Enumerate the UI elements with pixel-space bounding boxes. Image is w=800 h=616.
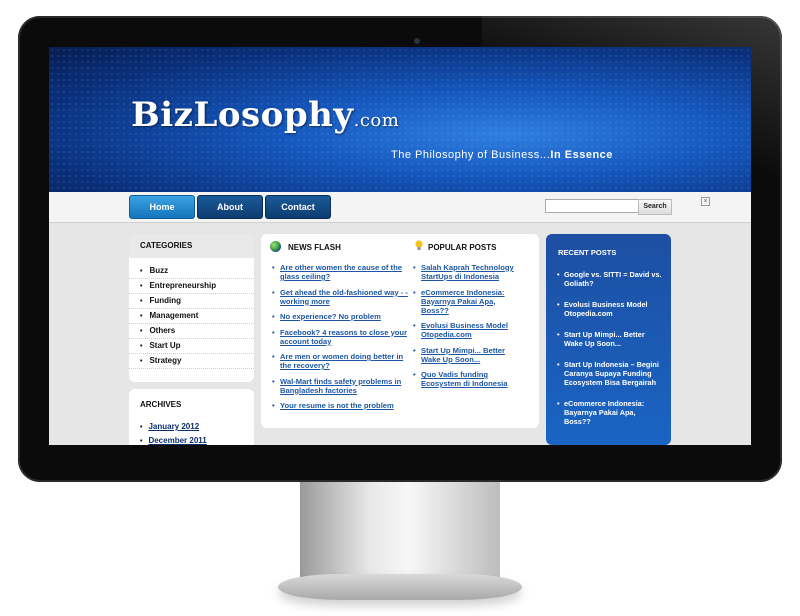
categories-panel: CATEGORIES Buzz Entrepreneurship Funding… [129,234,254,382]
news-link[interactable]: No experience? No problem [272,312,412,321]
site-logo[interactable]: BizLosophy.com [131,95,399,135]
site-header: BizLosophy.com The Philosophy of Busines… [49,47,751,192]
archives-title: ARCHIVES [140,400,182,409]
popular-post-link[interactable]: Salah Kaprah Technology StartUps di Indo… [413,263,523,281]
category-item[interactable]: Strategy [129,354,254,369]
center-content: NEWS FLASH POPULAR POSTS Are other women… [261,234,539,428]
news-link[interactable]: Wal-Mart finds safety problems in Bangla… [272,377,412,395]
website-screen: BizLosophy.com The Philosophy of Busines… [49,47,751,445]
recent-posts-title: RECENT POSTS [558,248,617,257]
archive-link[interactable]: January 2012 [129,420,254,434]
nav-bar: Home About Contact Search × [49,192,751,223]
category-item[interactable]: Others [129,324,254,339]
archive-link[interactable]: December 2011 [129,434,254,445]
logo-suffix: .com [353,110,400,131]
site-tagline: The Philosophy of Business...In Essence [391,149,613,161]
news-link[interactable]: Are other women the cause of the glass c… [272,263,412,281]
recent-post-link[interactable]: Start Up Indonesia – Begini Caranya Supa… [546,360,671,387]
nav-home-button[interactable]: Home [129,195,195,219]
news-flash-list: Are other women the cause of the glass c… [272,263,412,417]
news-link[interactable]: Are men or women doing better in the rec… [272,352,412,370]
category-item[interactable]: Management [129,309,254,324]
recent-post-link[interactable]: Start Up Mimpi... Better Wake Up Soon... [546,330,671,348]
category-item[interactable]: Entrepreneurship [129,279,254,294]
news-link[interactable]: Your resume is not the problem [272,401,412,410]
popular-post-link[interactable]: Start Up Mimpi... Better Wake Up Soon... [413,346,523,364]
recent-post-link[interactable]: Evolusi Business Model Otopedia.com [546,300,671,318]
news-link[interactable]: Facebook? 4 reasons to close your accoun… [272,328,412,346]
close-icon[interactable]: × [701,197,710,206]
news-link[interactable]: Get ahead the old-fashioned way - - work… [272,288,412,306]
recent-post-link[interactable]: eCommerce Indonesia: Bayarnya Pakai Apa,… [546,399,671,426]
recent-posts-panel: RECENT POSTS Google vs. SITTI = David vs… [546,234,671,445]
archives-panel: ARCHIVES January 2012 December 2011 [129,389,254,445]
news-flash-title: NEWS FLASH [288,243,341,252]
popular-post-link[interactable]: Quo Vadis funding Ecosystem di Indonesia [413,370,523,388]
categories-title: CATEGORIES [129,234,254,258]
popular-post-link[interactable]: eCommerce Indonesia: Bayarnya Pakai Apa,… [413,288,523,315]
globe-icon [270,241,281,252]
popular-posts-list: Salah Kaprah Technology StartUps di Indo… [413,263,523,395]
popular-post-link[interactable]: Evolusi Business Model Otopedia.com [413,321,523,339]
category-item[interactable]: Buzz [129,264,254,279]
recent-posts-list: Google vs. SITTI = David vs. Goliath? Ev… [546,270,671,426]
nav-about-button[interactable]: About [197,195,263,219]
popular-posts-title: POPULAR POSTS [428,243,497,252]
category-item[interactable]: Start Up [129,339,254,354]
nav-contact-button[interactable]: Contact [265,195,331,219]
monitor-stand [300,482,500,577]
archives-list: January 2012 December 2011 [129,412,254,445]
search-input[interactable] [545,199,639,213]
webcam [414,38,420,44]
search-button[interactable]: Search [638,199,672,215]
categories-list: Buzz Entrepreneurship Funding Management… [129,258,254,369]
monitor-base [278,574,522,600]
lightbulb-icon [415,240,423,250]
category-item[interactable]: Funding [129,294,254,309]
recent-post-link[interactable]: Google vs. SITTI = David vs. Goliath? [546,270,671,288]
